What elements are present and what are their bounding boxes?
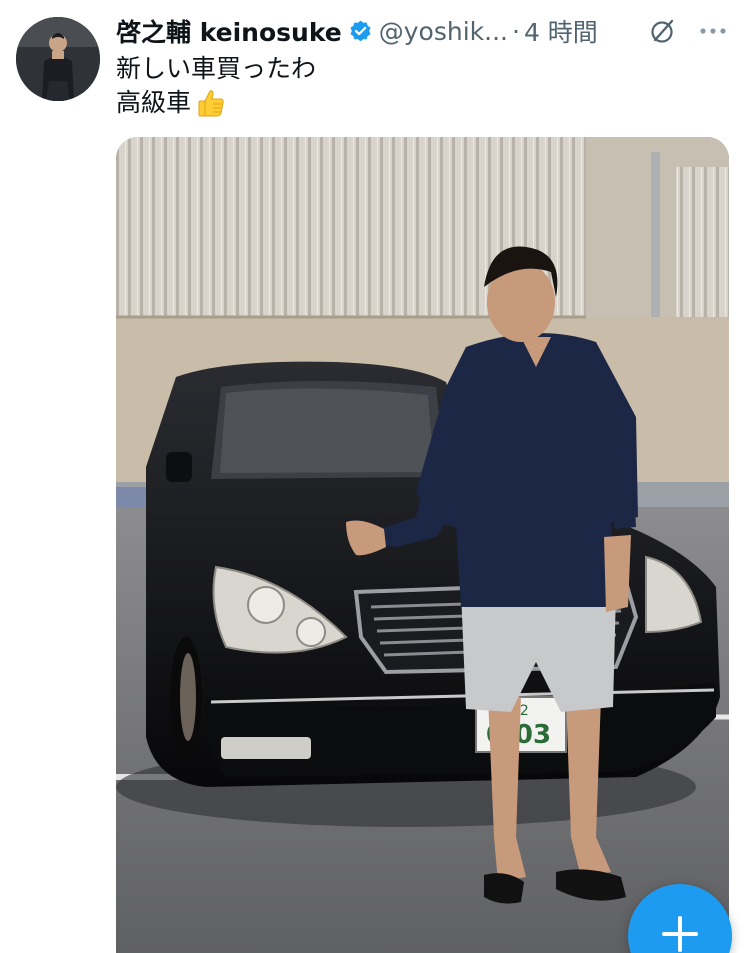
photo-man-with-black-car: 宮352 0-03 — [116, 137, 729, 953]
tweet-text: 新しい車買ったわ 高級車 — [116, 52, 316, 120]
more-icon — [700, 28, 726, 34]
timestamp[interactable]: 4 時間 — [524, 13, 598, 49]
grok-icon — [651, 19, 674, 43]
tweet-text-line-2: 高級車 — [116, 88, 192, 117]
more-button[interactable] — [695, 14, 731, 48]
verified-badge-icon — [348, 19, 373, 44]
grok-button[interactable] — [645, 14, 679, 48]
avatar-image — [16, 17, 100, 101]
tweet-photo[interactable]: 宮352 0-03 — [116, 137, 729, 953]
plus-icon — [662, 916, 698, 952]
tweet-text-line: 高級車 — [116, 86, 316, 120]
separator-dot: · — [511, 16, 520, 46]
display-name[interactable]: 啓之輔 keinosuke — [116, 13, 342, 49]
thumbs-up-emoji-icon — [195, 87, 227, 119]
tweet-header: 啓之輔 keinosuke @yoshik... · 4 時間 — [116, 12, 598, 50]
handle[interactable]: @yoshik... — [379, 17, 508, 46]
tweet-text-line-1: 新しい車買ったわ — [116, 54, 317, 83]
tweet-text-line: 新しい車買ったわ — [116, 52, 316, 86]
avatar[interactable] — [16, 17, 100, 101]
tweet[interactable]: 啓之輔 keinosuke @yoshik... · 4 時間 新しい車買ったわ — [0, 0, 747, 953]
